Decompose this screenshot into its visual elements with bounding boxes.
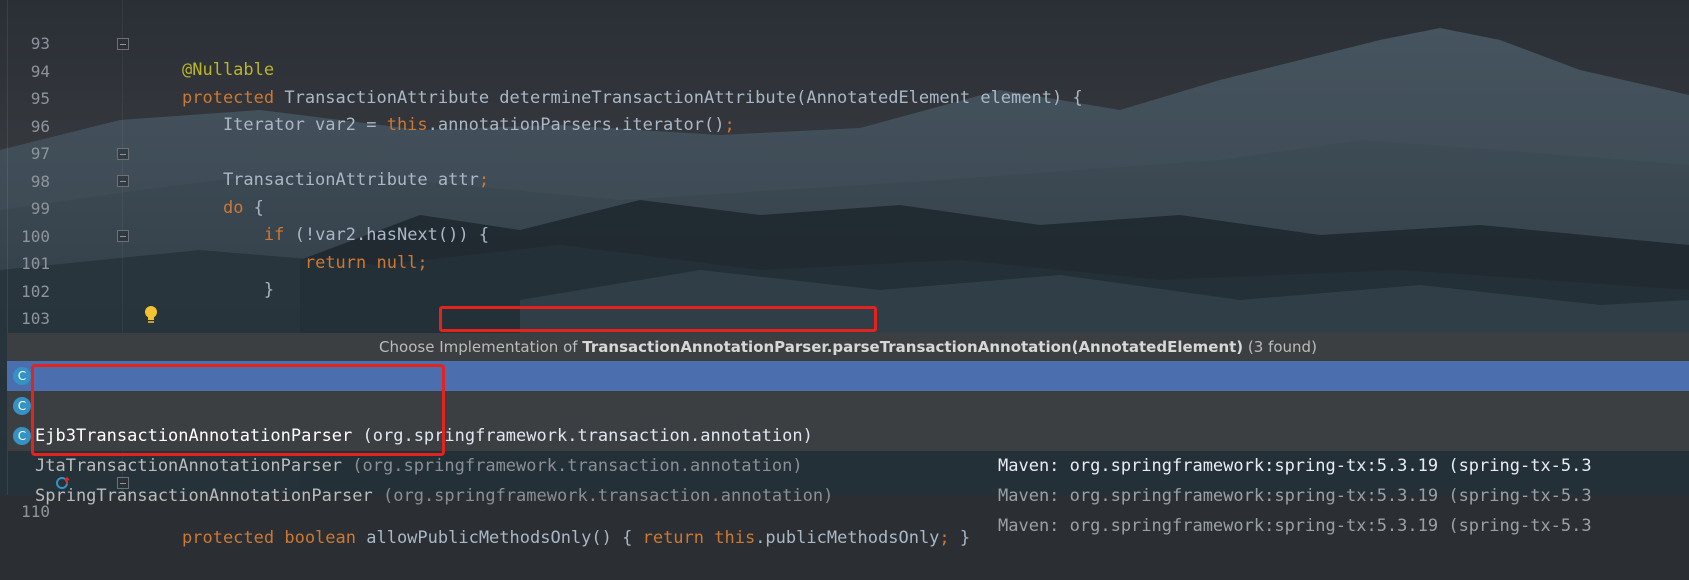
fold-toggle-icon[interactable]: [117, 230, 129, 242]
fold-toggle-icon[interactable]: [117, 38, 129, 50]
code-token: ;: [939, 528, 950, 549]
package-name: (org.springframework.transaction.annotat…: [342, 456, 803, 476]
class-name: SpringTransactionAnnotationParser: [35, 486, 373, 506]
code-token: .publicMethodsOnly: [755, 528, 940, 549]
code-line: 99 if (!var2.hasNext()) {: [0, 167, 1689, 246]
fold-toggle-icon[interactable]: [117, 148, 129, 160]
code-text: protected boolean allowPublicMethodsOnly…: [182, 525, 970, 553]
code-line: 102: [0, 250, 1689, 301]
library-location: Maven: org.springframework:spring-tx:5.3…: [998, 516, 1592, 536]
code-token: return this: [642, 528, 756, 549]
code-token: allowPublicMethodsOnly(): [366, 528, 623, 549]
code-token: protected boolean: [182, 528, 367, 549]
code-line: 101 }: [0, 222, 1689, 301]
library-location: Maven: org.springframework:spring-tx:5.3…: [998, 456, 1592, 476]
code-line: 93 @Nullable: [0, 2, 1689, 81]
code-line: 100 return null;: [0, 195, 1689, 274]
class-name: JtaTransactionAnnotationParser: [35, 456, 343, 476]
class-icon: C: [13, 397, 31, 415]
popup-title-method: TransactionAnnotationParser.parseTransac…: [582, 338, 1244, 356]
code-line: 97 TransactionAttribute attr;: [0, 112, 1689, 191]
code-line: 96: [0, 85, 1689, 136]
class-icon: C: [13, 427, 31, 445]
code-line: 95 Iterator var2 = this.annotationParser…: [0, 57, 1689, 136]
code-line: 94 protected TransactionAttribute determ…: [0, 30, 1689, 109]
code-token: }: [949, 528, 971, 549]
class-icon: C: [13, 367, 31, 385]
implementation-label: SpringTransactionAnnotationParser (org.s…: [35, 481, 833, 511]
code-line: 98 do {: [0, 140, 1689, 219]
code-token: {: [622, 528, 643, 549]
popup-title: Choose Implementation of TransactionAnno…: [7, 333, 1689, 361]
highlight-box-implementations: [31, 364, 445, 456]
fold-toggle-icon[interactable]: [117, 175, 129, 187]
highlight-box-method-call: [439, 306, 877, 332]
lightbulb-icon[interactable]: [144, 305, 158, 325]
code-line: 103 TransactionAnnotationParser parser =…: [0, 277, 1689, 356]
library-location: Maven: org.springframework:spring-tx:5.3…: [998, 486, 1592, 506]
popup-title-prefix: Choose Implementation of: [379, 338, 583, 356]
package-name: (org.springframework.transaction.annotat…: [372, 486, 834, 506]
popup-title-count: (3 found): [1243, 338, 1317, 356]
